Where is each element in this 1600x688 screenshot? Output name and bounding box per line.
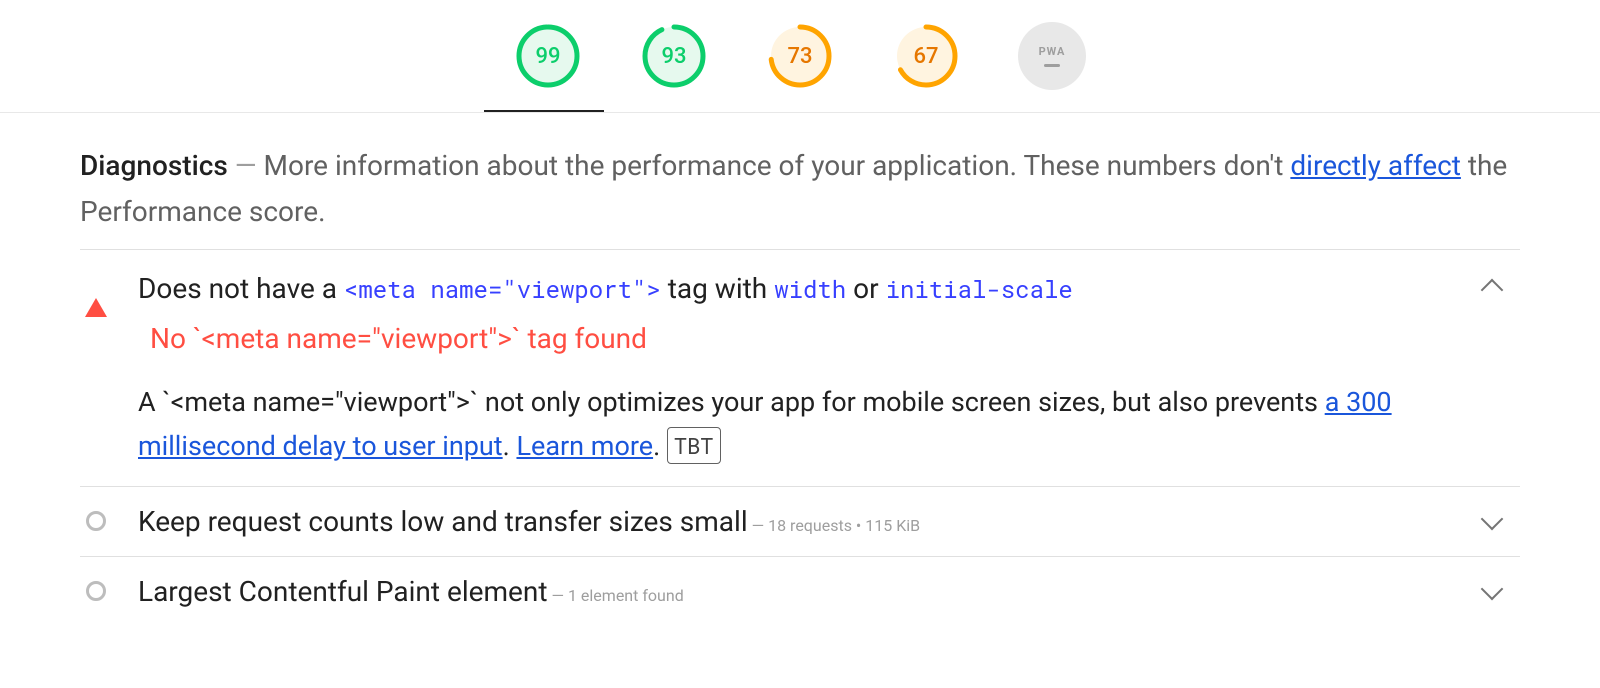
chevron-up-icon[interactable] (1481, 279, 1504, 302)
audit-title-code2: width (774, 273, 846, 305)
gauge-seo-value: 67 (892, 22, 960, 90)
diagnostics-link-directly-affect[interactable]: directly affect (1290, 149, 1461, 182)
fail-triangle-icon (85, 298, 107, 317)
audit-request-counts-title: Keep request counts low and transfer siz… (138, 505, 748, 538)
report-content: Diagnostics — More information about the… (0, 113, 1600, 636)
chevron-down-icon[interactable] (1481, 577, 1504, 600)
audit-title-p2: tag with (661, 272, 774, 305)
diagnostics-sep: — (228, 149, 264, 182)
diagnostics-desc-1: More information about the performance o… (264, 149, 1291, 182)
audit-desc-3: . (653, 430, 667, 462)
gauge-pwa[interactable]: PWA (1018, 22, 1086, 90)
gauge-seo[interactable]: 67 (892, 22, 960, 90)
audit-viewport-title: Does not have a <meta name="viewport"> t… (138, 268, 1446, 310)
audit-title-code3: initial-scale (886, 273, 1073, 305)
audit-lcp-sep: — (548, 586, 568, 605)
gauge-best-practices[interactable]: 73 (766, 22, 834, 90)
neutral-circle-icon (86, 581, 106, 601)
audit-viewport-error: No `<meta name="viewport">` tag found (150, 322, 1446, 355)
audit-desc-1: A `<meta name="viewport">` not only opti… (138, 386, 1325, 418)
gauge-performance[interactable]: 99 (514, 22, 582, 90)
chevron-down-icon[interactable] (1481, 507, 1504, 530)
score-strip: 99 93 73 67 PWA (0, 0, 1600, 113)
diagnostics-title: Diagnostics (80, 149, 228, 182)
neutral-circle-icon (86, 511, 106, 531)
audit-viewport-description: A `<meta name="viewport">` not only opti… (138, 381, 1446, 467)
audit-request-counts[interactable]: Keep request counts low and transfer siz… (80, 487, 1520, 557)
gauge-pwa-dash-icon (1044, 64, 1060, 67)
audit-lcp-meta: 1 element found (568, 586, 684, 605)
metric-tag-tbt: TBT (667, 427, 721, 464)
gauge-best-practices-value: 73 (766, 22, 834, 90)
gauge-performance-value: 99 (514, 22, 582, 90)
gauge-accessibility-value: 93 (640, 22, 708, 90)
active-tab-underline (484, 110, 604, 112)
audit-title-p3: or (846, 272, 885, 305)
gauge-pwa-label: PWA (1039, 45, 1066, 58)
audit-lcp-element[interactable]: Largest Contentful Paint element — 1 ele… (80, 557, 1520, 626)
audit-viewport-meta[interactable]: Does not have a <meta name="viewport"> t… (80, 250, 1520, 486)
audit-request-counts-sep: — (748, 516, 768, 535)
gauge-accessibility[interactable]: 93 (640, 22, 708, 90)
audit-title-p1: Does not have a (138, 272, 344, 305)
audit-lcp-title: Largest Contentful Paint element (138, 575, 548, 608)
audit-title-code1: <meta name="viewport"> (344, 273, 661, 305)
audit-request-counts-meta: 18 requests • 115 KiB (768, 516, 920, 535)
link-learn-more[interactable]: Learn more (516, 430, 653, 462)
diagnostics-header: Diagnostics — More information about the… (80, 143, 1520, 250)
audit-desc-2: . (503, 430, 517, 462)
